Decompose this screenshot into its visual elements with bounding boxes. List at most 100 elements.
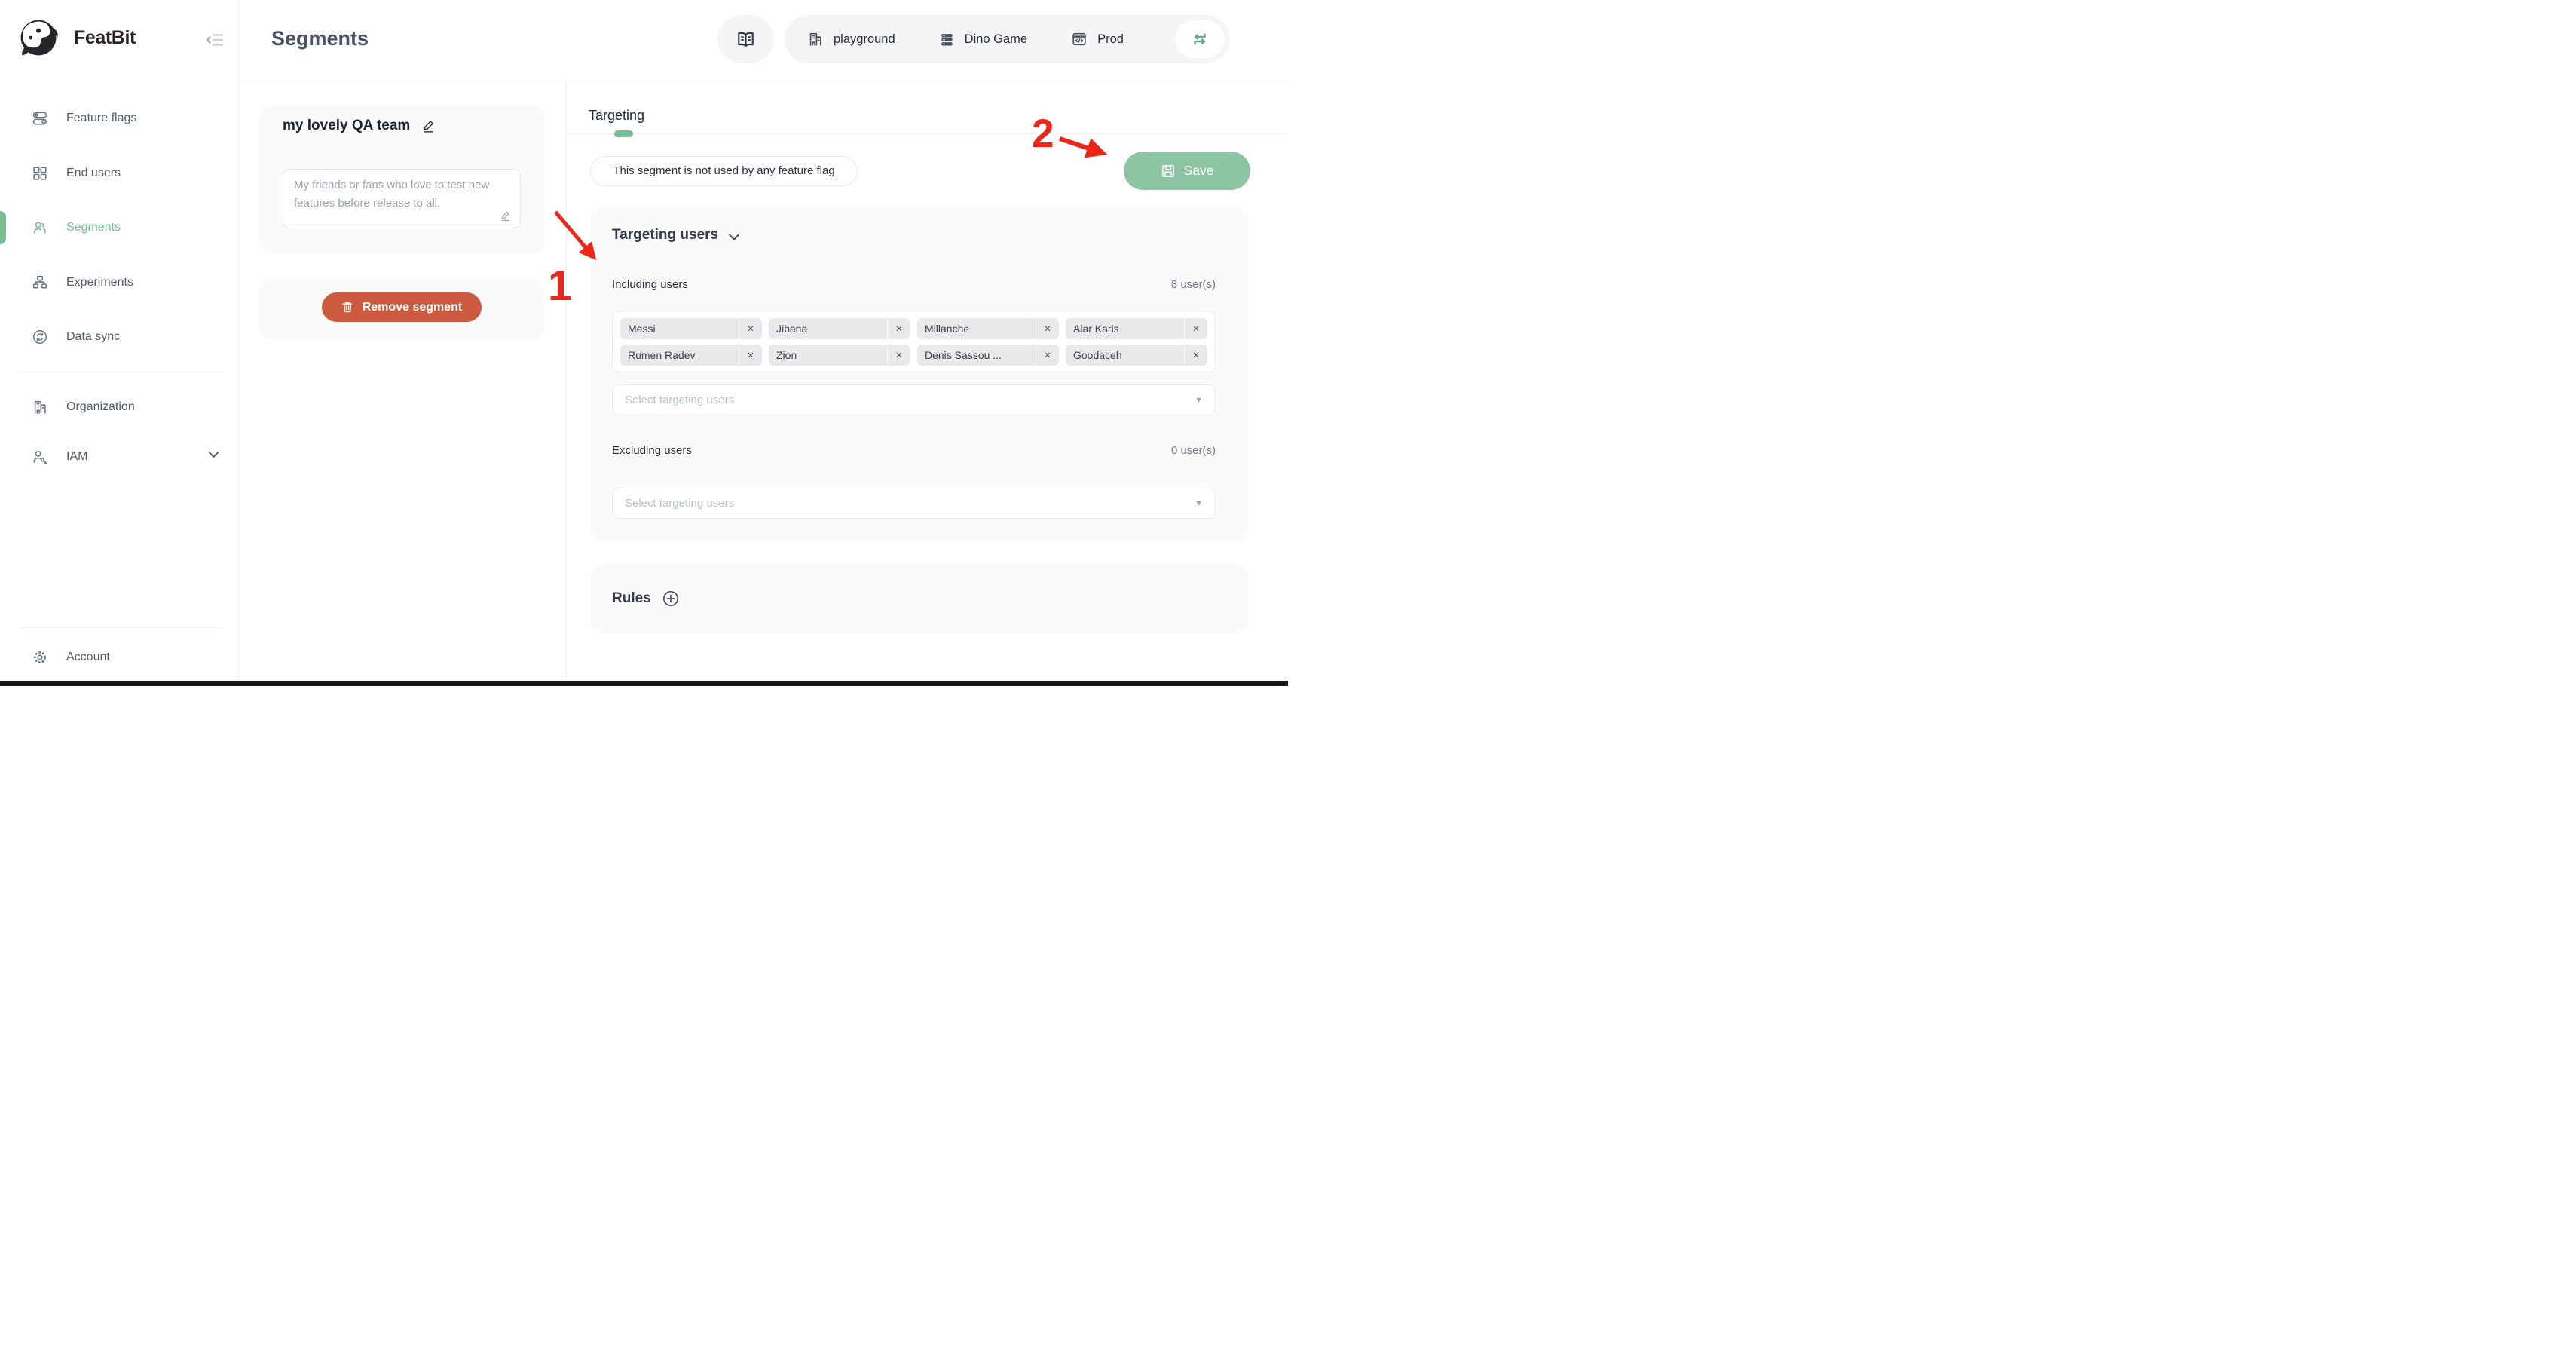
- user-chip: Denis Sassou ...✕: [917, 345, 1059, 366]
- server-stack-icon: [939, 32, 955, 47]
- sidebar-item-label: Feature flags: [66, 112, 136, 125]
- user-chip-label: Goodaceh: [1066, 349, 1184, 361]
- user-key-icon: [32, 449, 48, 465]
- segment-description: My friends or fans who love to test new …: [294, 179, 489, 210]
- featbit-app: FeatBit Feature flags: [0, 0, 1288, 686]
- trash-icon: [341, 301, 353, 314]
- user-chip-label: Alar Karis: [1066, 323, 1184, 335]
- user-chip-label: Jibana: [769, 323, 887, 335]
- sidebar-item-segments[interactable]: Segments: [0, 210, 238, 246]
- env-selector[interactable]: Prod: [1071, 31, 1124, 47]
- remove-user-icon[interactable]: ✕: [1184, 345, 1207, 366]
- including-users-select[interactable]: Select targeting users ▼: [612, 384, 1216, 415]
- page-title: Segments: [271, 27, 369, 51]
- project-selector[interactable]: playground: [807, 31, 895, 47]
- main-content: Segments: [239, 0, 1288, 686]
- select-placeholder: Select targeting users: [625, 394, 1195, 406]
- remove-user-icon[interactable]: ✕: [1184, 318, 1207, 339]
- remove-user-icon[interactable]: ✕: [739, 318, 762, 339]
- chevron-down-icon: [209, 452, 219, 458]
- brand-name: FeatBit: [74, 27, 136, 49]
- add-rule-button[interactable]: [662, 590, 680, 608]
- user-chip-label: Millanche: [917, 323, 1036, 335]
- caret-down-icon: ▼: [1195, 396, 1203, 405]
- remove-user-icon[interactable]: ✕: [1036, 345, 1059, 366]
- excluding-users-label: Excluding users: [612, 444, 692, 457]
- remove-segment-card: Remove segment: [259, 280, 544, 339]
- collapse-sidebar-icon[interactable]: [205, 30, 225, 50]
- user-chip: Alar Karis✕: [1066, 318, 1207, 339]
- sidebar: FeatBit Feature flags: [0, 0, 239, 686]
- user-chip: Rumen Radev✕: [620, 345, 762, 366]
- sync-icon: [32, 329, 48, 345]
- caret-down-icon: ▼: [1195, 499, 1203, 508]
- edit-description-icon[interactable]: [500, 210, 512, 222]
- segment-users-icon: [32, 219, 48, 236]
- excluding-users-select[interactable]: Select targeting users ▼: [612, 488, 1216, 519]
- environment-switcher: playground: [785, 15, 1230, 63]
- bottom-edge-bar: [0, 681, 1288, 686]
- sidebar-item-data-sync[interactable]: Data sync: [0, 319, 238, 355]
- sidebar-item-organization[interactable]: Organization: [0, 389, 238, 425]
- remove-user-icon[interactable]: ✕: [887, 318, 910, 339]
- save-button[interactable]: Save: [1124, 152, 1250, 190]
- user-chip-label: Rumen Radev: [620, 349, 739, 361]
- user-chip-label: Messi: [620, 323, 739, 335]
- remove-segment-label: Remove segment: [363, 301, 463, 314]
- targeting-users-toggle[interactable]: Targeting users: [612, 227, 739, 243]
- sidebar-item-label: End users: [66, 167, 121, 180]
- chevron-down-icon: [729, 234, 739, 241]
- including-users-list: Messi✕ Jibana✕ Millanche✕ Alar Karis✕ Ru…: [612, 311, 1216, 372]
- user-chip: Zion✕: [769, 345, 910, 366]
- building-icon: [32, 399, 48, 415]
- excluding-users-count: 0 user(s): [1171, 444, 1216, 457]
- sidebar-item-label: Data sync: [66, 330, 120, 344]
- page-header: Segments: [239, 0, 1288, 81]
- toggles-icon: [32, 110, 48, 127]
- active-tab-indicator: [614, 130, 633, 137]
- floppy-save-icon: [1161, 164, 1176, 179]
- remove-user-icon[interactable]: ✕: [1036, 318, 1059, 339]
- switch-environment-button[interactable]: [1175, 20, 1225, 58]
- board-name: Dino Game: [965, 32, 1027, 47]
- user-chip: Jibana✕: [769, 318, 910, 339]
- remove-user-icon[interactable]: ✕: [739, 345, 762, 366]
- segment-description-box[interactable]: My friends or fans who love to test new …: [283, 169, 521, 228]
- tab-targeting[interactable]: Targeting: [589, 108, 644, 124]
- tab-underline: [567, 133, 1288, 134]
- user-chip-label: Zion: [769, 349, 887, 361]
- sidebar-item-end-users[interactable]: End users: [0, 155, 238, 191]
- sidebar-item-iam[interactable]: IAM: [0, 439, 238, 475]
- gear-icon: [32, 649, 48, 666]
- code-window-icon: [1071, 31, 1088, 47]
- remove-segment-button[interactable]: Remove segment: [322, 292, 482, 322]
- sidebar-divider: [19, 627, 222, 628]
- sidebar-item-label: Segments: [66, 221, 121, 234]
- including-users-count: 8 user(s): [1171, 278, 1216, 291]
- remove-user-icon[interactable]: ✕: [887, 345, 910, 366]
- sidebar-item-label: Account: [66, 651, 110, 664]
- targeting-users-card: Targeting users Including users 8 user(s…: [590, 207, 1249, 541]
- edit-name-icon[interactable]: [421, 118, 436, 133]
- sidebar-item-label: Experiments: [66, 276, 133, 289]
- sidebar-item-account[interactable]: Account: [0, 639, 238, 675]
- save-label: Save: [1184, 163, 1214, 179]
- docs-button[interactable]: [717, 15, 774, 63]
- user-chip: Messi✕: [620, 318, 762, 339]
- targeting-users-title: Targeting users: [612, 227, 718, 243]
- rules-title: Rules: [612, 590, 651, 607]
- board-selector[interactable]: Dino Game: [939, 32, 1027, 47]
- sidebar-item-feature-flags[interactable]: Feature flags: [0, 100, 238, 136]
- env-name: Prod: [1097, 32, 1124, 47]
- sidebar-item-experiments[interactable]: Experiments: [0, 265, 238, 301]
- sitemap-icon: [32, 274, 48, 291]
- sidebar-item-label: IAM: [66, 450, 87, 464]
- grid-icon: [32, 165, 48, 182]
- segment-usage-note: This segment is not used by any feature …: [590, 156, 858, 186]
- segment-name: my lovely QA team: [283, 118, 410, 134]
- brand-logo: FeatBit: [17, 15, 136, 60]
- select-placeholder: Select targeting users: [625, 497, 1195, 510]
- including-users-label: Including users: [612, 278, 688, 291]
- featbit-whale-icon: [17, 15, 62, 60]
- sidebar-item-label: Organization: [66, 400, 135, 414]
